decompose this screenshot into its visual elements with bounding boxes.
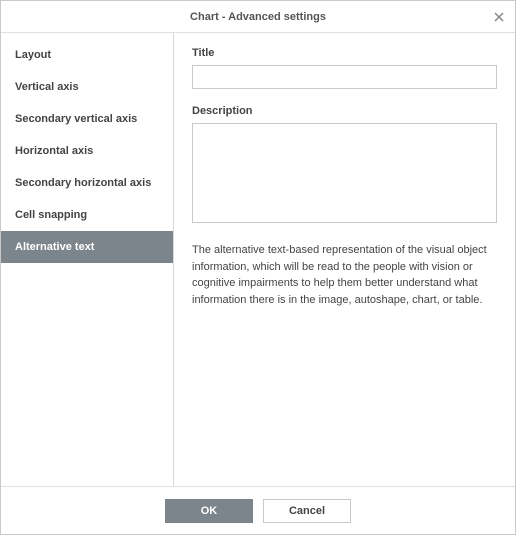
description-label: Description [192,105,497,117]
sidebar-item-alternative-text[interactable]: Alternative text [1,231,173,263]
sidebar-item-secondary-vertical-axis[interactable]: Secondary vertical axis [1,103,173,135]
dialog-footer: OK Cancel [1,486,515,534]
dialog-title: Chart - Advanced settings [190,11,326,23]
title-field-block: Title [192,47,497,89]
sidebar-item-label: Vertical axis [15,81,79,93]
sidebar-item-label: Alternative text [15,241,94,253]
titlebar: Chart - Advanced settings [1,1,515,33]
sidebar-item-secondary-horizontal-axis[interactable]: Secondary horizontal axis [1,167,173,199]
sidebar-item-horizontal-axis[interactable]: Horizontal axis [1,135,173,167]
description-input[interactable] [192,123,497,223]
description-field-block: Description [192,105,497,226]
dialog-body: Layout Vertical axis Secondary vertical … [1,33,515,486]
advanced-settings-dialog: Chart - Advanced settings Layout Vertica… [0,0,516,535]
close-icon[interactable] [491,9,507,25]
ok-button[interactable]: OK [165,499,253,523]
sidebar-item-label: Secondary vertical axis [15,113,137,125]
title-input[interactable] [192,65,497,89]
sidebar-item-label: Layout [15,49,51,61]
sidebar: Layout Vertical axis Secondary vertical … [1,33,174,486]
sidebar-item-label: Secondary horizontal axis [15,177,151,189]
help-text: The alternative text-based representatio… [192,242,497,308]
sidebar-item-label: Horizontal axis [15,145,93,157]
sidebar-item-layout[interactable]: Layout [1,39,173,71]
sidebar-item-label: Cell snapping [15,209,87,221]
title-label: Title [192,47,497,59]
sidebar-item-cell-snapping[interactable]: Cell snapping [1,199,173,231]
cancel-button[interactable]: Cancel [263,499,351,523]
content-panel: Title Description The alternative text-b… [174,33,515,486]
sidebar-item-vertical-axis[interactable]: Vertical axis [1,71,173,103]
